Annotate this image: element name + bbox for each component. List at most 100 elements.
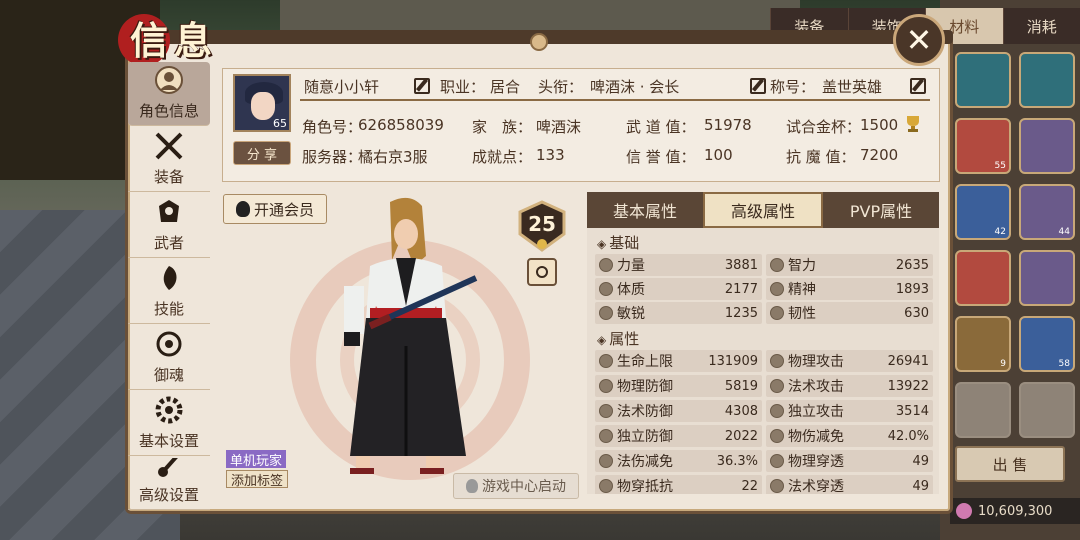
inventory-slot[interactable]	[1019, 250, 1075, 306]
title-label: 称号：	[770, 78, 816, 96]
martial-label: 武 道 值：	[626, 118, 696, 136]
add-tag-button[interactable]: 添加标签	[226, 470, 289, 489]
attribute-row: 独立防御 2022 物伤减免 42.0%	[595, 425, 933, 447]
trial-cup-label: 试合金杯：	[786, 118, 862, 136]
soul-icon	[153, 328, 185, 360]
attribute-icon	[599, 479, 613, 493]
share-button[interactable]: 分 享	[233, 141, 291, 165]
camera-button[interactable]	[527, 258, 557, 286]
achievement-label: 成就点：	[472, 148, 533, 166]
attribute-icon	[599, 379, 613, 393]
money-display: 10,609,300	[950, 498, 1080, 524]
close-button[interactable]: ✕	[893, 14, 945, 66]
qq-icon	[466, 479, 478, 493]
inventory-slot[interactable]	[955, 250, 1011, 306]
attribute-icon	[770, 404, 784, 418]
attribute-row: 物穿抵抗 22 法术穿透 49	[595, 475, 933, 494]
tab-pvp-attributes[interactable]: PVP属性	[823, 192, 939, 228]
attribute-icon	[599, 429, 613, 443]
advanced-settings-icon	[153, 458, 185, 480]
martial-value: 51978	[704, 116, 752, 134]
attributes-panel: 基本属性 高级属性 PVP属性 基础 力量3881 智力2635 体质2177 …	[587, 192, 939, 494]
sell-button[interactable]: 出 售	[955, 446, 1065, 482]
nav-item-advanced-settings[interactable]: 高级设置	[128, 458, 210, 510]
settings-icon	[153, 394, 185, 426]
vip-button[interactable]: 开通会员	[223, 194, 327, 224]
attribute-cell: 敏锐 1235	[595, 302, 762, 324]
attribute-icon	[599, 404, 613, 418]
edit-title-icon[interactable]	[750, 78, 766, 94]
warrior-icon	[153, 196, 185, 228]
skill-icon	[153, 262, 185, 294]
attribute-cell: 力量 3881	[595, 254, 762, 276]
equipment-icon	[153, 130, 185, 162]
trophy-icon	[907, 116, 919, 132]
attribute-icon	[770, 258, 784, 272]
inventory-slot[interactable]	[955, 52, 1011, 108]
inventory-slot[interactable]: 55	[955, 118, 1011, 174]
tab-basic-attributes[interactable]: 基本属性	[587, 192, 703, 228]
nav-item-character-info[interactable]: 角色信息	[128, 62, 210, 126]
nav-item-soul[interactable]: 御魂	[128, 326, 210, 390]
game-center-label: 游戏中心启动	[482, 479, 566, 495]
avatar[interactable]: 65	[233, 74, 291, 132]
section-title-basics: 基础	[597, 232, 639, 253]
inventory-slot[interactable]: 44	[1019, 184, 1075, 240]
attribute-cell: 韧性 630	[766, 302, 933, 324]
nav-item-equipment[interactable]: 装备	[128, 128, 210, 192]
inventory-grid: 55 42 44 9 58	[955, 52, 1080, 438]
attribute-cell: 物穿抵抗 22	[595, 475, 762, 494]
inventory-slot[interactable]	[1019, 118, 1075, 174]
rank-label: 头衔：	[538, 78, 584, 96]
panel-ornament-icon	[530, 33, 548, 51]
player-title-row: 随意小小轩 职业： 居合 头衔： 啤酒沫 · 会长 称号： 盖世英雄	[300, 76, 930, 98]
inventory-slot[interactable]: 58	[1019, 316, 1075, 372]
inventory-slot[interactable]: 42	[955, 184, 1011, 240]
attribute-icon	[599, 306, 613, 320]
character-icon	[153, 64, 185, 96]
attribute-cell: 独立攻击 3514	[766, 400, 933, 422]
inventory-tab-consumables[interactable]: 消耗	[1002, 8, 1080, 44]
nav-item-basic-settings[interactable]: 基本设置	[128, 392, 210, 456]
side-nav: 角色信息 装备 武者 技能 御魂 基本设置 高级设置	[128, 62, 210, 514]
role-id-value: 626858039	[358, 116, 444, 134]
attribute-cell: 物伤减免 42.0%	[766, 425, 933, 447]
server-label: 服务器：	[302, 148, 363, 166]
nav-item-warrior[interactable]: 武者	[128, 194, 210, 258]
achievement-value: 133	[536, 146, 565, 164]
edit-honor-title-icon[interactable]	[910, 78, 926, 94]
attribute-cell: 生命上限 131909	[595, 350, 762, 372]
attribute-row: 力量 3881 智力 2635	[595, 254, 933, 276]
attribute-cell: 独立防御 2022	[595, 425, 762, 447]
attribute-icon	[770, 429, 784, 443]
attribute-cell: 精神 1893	[766, 278, 933, 300]
inventory-slot[interactable]	[1019, 382, 1075, 438]
close-icon: ✕	[905, 21, 933, 59]
trial-cup-value: 1500	[860, 116, 899, 134]
title-text: 信息	[130, 18, 219, 63]
profession-label: 职业：	[440, 78, 486, 96]
attribute-cell: 法术攻击 13922	[766, 375, 933, 397]
attribute-icon	[770, 454, 784, 468]
attribute-row: 法术防御 4308 独立攻击 3514	[595, 400, 933, 422]
inventory-slot[interactable]: 9	[955, 316, 1011, 372]
attribute-tabs: 基本属性 高级属性 PVP属性	[587, 192, 939, 228]
tab-advanced-attributes[interactable]: 高级属性	[703, 192, 823, 228]
edit-name-icon[interactable]	[414, 78, 430, 94]
money-amount: 10,609,300	[978, 503, 1053, 519]
player-name: 随意小小轩	[304, 78, 380, 96]
level-badge: 25	[514, 198, 570, 254]
qq-icon	[235, 201, 250, 217]
game-center-button[interactable]: 游戏中心启动	[453, 473, 579, 499]
attribute-icon	[770, 379, 784, 393]
inventory-slot[interactable]	[955, 382, 1011, 438]
attribute-icon	[770, 479, 784, 493]
profession-value: 居合	[490, 78, 521, 96]
character-model[interactable]	[330, 196, 480, 486]
attribute-row: 体质 2177 精神 1893	[595, 278, 933, 300]
nav-item-skill[interactable]: 技能	[128, 260, 210, 324]
attribute-cell: 物理穿透 49	[766, 450, 933, 472]
attribute-cell: 法伤减免 36.3%	[595, 450, 762, 472]
tag-single-player[interactable]: 单机玩家	[226, 450, 287, 469]
inventory-slot[interactable]	[1019, 52, 1075, 108]
